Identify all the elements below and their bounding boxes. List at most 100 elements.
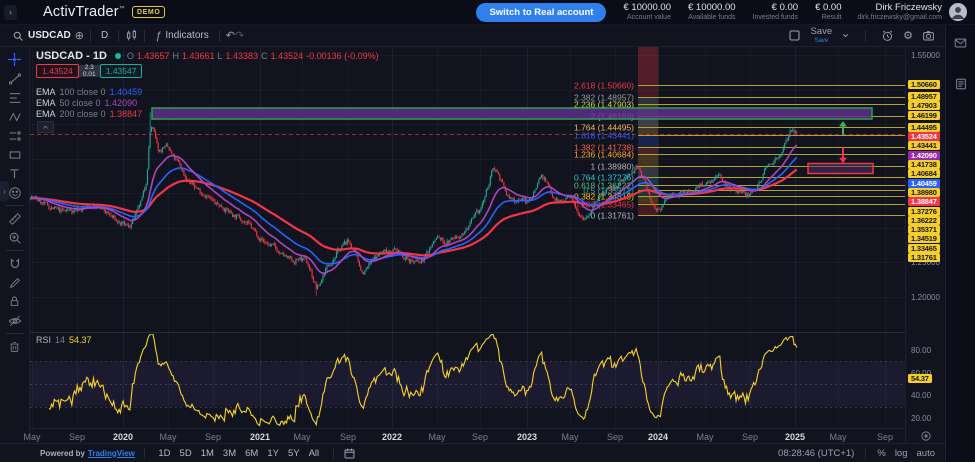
time-tick: Sep xyxy=(607,432,623,442)
range-buttons: 1D 5D 1M 3M 6M 1Y 5Y All xyxy=(154,448,324,459)
magnet-icon[interactable] xyxy=(4,254,26,273)
chart-style-icon[interactable] xyxy=(125,29,138,42)
time-tick: Sep xyxy=(472,432,488,442)
percent-scale-button[interactable]: % xyxy=(877,448,885,459)
time-tick: May xyxy=(23,432,40,442)
market-open-dot-icon xyxy=(115,53,121,59)
rsi-value: 54.37 xyxy=(69,335,92,345)
invested-funds-stat: € 0.00Invested funds xyxy=(753,3,799,22)
drawing-toolbar xyxy=(0,47,30,443)
time-tick: May xyxy=(293,432,310,442)
price-badge: 1.42090 xyxy=(908,151,940,160)
ema-200-legend[interactable]: EMA200 close 0 1.38847 xyxy=(36,109,142,119)
time-tick: Sep xyxy=(340,432,356,442)
scroll-to-realtime-icon[interactable] xyxy=(920,430,932,442)
tool-divider xyxy=(6,333,24,334)
chevron-up-icon xyxy=(42,124,49,131)
range-button-1d[interactable]: 1D xyxy=(158,448,170,459)
gear-icon[interactable]: ⚙ xyxy=(903,29,913,42)
price-badge: 1.33465 xyxy=(908,244,940,253)
price-badge: 1.40459 xyxy=(908,179,940,188)
mail-icon[interactable] xyxy=(953,36,968,50)
prediction-icon[interactable] xyxy=(4,126,26,145)
auto-scale-button[interactable]: auto xyxy=(917,448,936,459)
range-button-1m[interactable]: 1M xyxy=(201,448,214,459)
symbol-search[interactable]: USDCAD xyxy=(8,30,75,42)
drawing-mode-icon[interactable] xyxy=(4,273,26,292)
range-button-6m[interactable]: 6M xyxy=(245,448,258,459)
collapse-legend-chip[interactable] xyxy=(37,121,54,133)
range-button-all[interactable]: All xyxy=(309,448,320,459)
available-funds-stat: € 10000.00Available funds xyxy=(688,3,736,22)
time-tick: 2024 xyxy=(648,432,668,442)
time-tick: May xyxy=(159,432,176,442)
chart-area: USDCAD - 1D O1.43657 H1.43661 L1.43383 C… xyxy=(30,47,905,443)
alert-icon[interactable] xyxy=(881,29,894,42)
ask-button[interactable]: 1.43547 xyxy=(100,64,143,78)
price-badge: 1.35371 xyxy=(908,225,940,234)
topbar: › ActivTrader™ DEMO Switch to Real accou… xyxy=(0,0,975,25)
price-badge: 1.43524 xyxy=(908,132,940,141)
undo-icon[interactable]: ↶ xyxy=(226,29,235,42)
price-chart-canvas[interactable] xyxy=(30,47,905,428)
xabcd-pattern-icon[interactable] xyxy=(4,107,26,126)
hide-drawings-icon[interactable] xyxy=(4,311,26,330)
clock-label: 08:28:46 (UTC+1) xyxy=(778,448,854,459)
rectangle-icon[interactable] xyxy=(4,145,26,164)
ema-50-legend[interactable]: EMA50 close 0 1.42090 xyxy=(36,98,137,108)
activtrader-window: › ActivTrader™ DEMO Switch to Real accou… xyxy=(0,0,975,462)
price-badge: 1.36222 xyxy=(908,216,940,225)
tradingview-link[interactable]: TradingView xyxy=(88,449,135,458)
price-axis-label: 1.55000 xyxy=(911,51,940,60)
chart-legend: USDCAD - 1D O1.43657 H1.43661 L1.43383 C… xyxy=(36,50,379,62)
price-scale[interactable]: 1.550001.250001.200001.506601.489571.479… xyxy=(905,47,946,443)
fib-retracement-icon[interactable] xyxy=(4,88,26,107)
range-button-1y[interactable]: 1Y xyxy=(267,448,279,459)
range-button-5d[interactable]: 5D xyxy=(180,448,192,459)
time-tick: May xyxy=(561,432,578,442)
avatar[interactable] xyxy=(949,3,967,21)
range-button-5y[interactable]: 5Y xyxy=(288,448,300,459)
indicators-button[interactable]: ƒ Indicators xyxy=(151,30,212,42)
time-tick: 2023 xyxy=(517,432,537,442)
rsi-axis-label: 20.00 xyxy=(911,414,931,423)
account-value-stat: € 10000.00Account value xyxy=(623,3,671,22)
panel-collapse-handle[interactable]: › xyxy=(0,181,9,201)
save-button[interactable]: Save Save xyxy=(810,27,832,44)
ruler-icon[interactable] xyxy=(4,209,26,228)
time-tick: May xyxy=(829,432,846,442)
camera-icon[interactable] xyxy=(922,29,935,42)
compare-add-icon[interactable]: ⊕ xyxy=(75,29,84,42)
text-icon[interactable] xyxy=(4,164,26,183)
time-tick: 2025 xyxy=(785,432,805,442)
bid-ask-widget: 1.43524 2.30.01 1.43547 xyxy=(36,64,142,78)
trendline-icon[interactable] xyxy=(4,69,26,88)
zoom-in-icon[interactable] xyxy=(4,228,26,247)
range-button-3m[interactable]: 3M xyxy=(223,448,236,459)
go-to-date-icon[interactable] xyxy=(343,447,356,460)
remove-drawings-icon[interactable] xyxy=(4,337,26,356)
time-tick: 2020 xyxy=(113,432,133,442)
price-badge: 1.40684 xyxy=(908,169,940,178)
ema-100-legend[interactable]: EMA100 close 0 1.40459 xyxy=(36,87,142,97)
redo-icon[interactable]: ↷ xyxy=(235,29,244,42)
user-info: Dirk Friczewskydirk.friczewsky@gmail.com xyxy=(857,3,942,22)
expand-sidebar-chevron-icon[interactable]: › xyxy=(4,5,17,20)
crosshair-icon[interactable] xyxy=(4,50,26,69)
lock-all-icon[interactable] xyxy=(4,292,26,311)
time-tick: Sep xyxy=(742,432,758,442)
time-tick: Sep xyxy=(205,432,221,442)
news-icon[interactable] xyxy=(954,77,968,91)
price-badge: 1.47903 xyxy=(908,101,940,110)
time-tick: May xyxy=(428,432,445,442)
layout-grid-icon[interactable] xyxy=(788,29,801,42)
rsi-value-badge: 54.37 xyxy=(908,374,932,383)
switch-to-real-account-button[interactable]: Switch to Real account xyxy=(476,3,606,22)
log-scale-button[interactable]: log xyxy=(895,448,908,459)
timeframe-button[interactable]: D xyxy=(97,30,112,41)
price-badge: 1.31761 xyxy=(908,253,940,262)
time-axis[interactable]: MaySep2020MaySep2021MaySep2022MaySep2023… xyxy=(30,428,905,444)
chevron-down-icon[interactable] xyxy=(841,31,850,40)
rsi-legend[interactable]: RSI 14 54.37 xyxy=(36,335,92,345)
bid-button[interactable]: 1.43524 xyxy=(36,64,79,78)
